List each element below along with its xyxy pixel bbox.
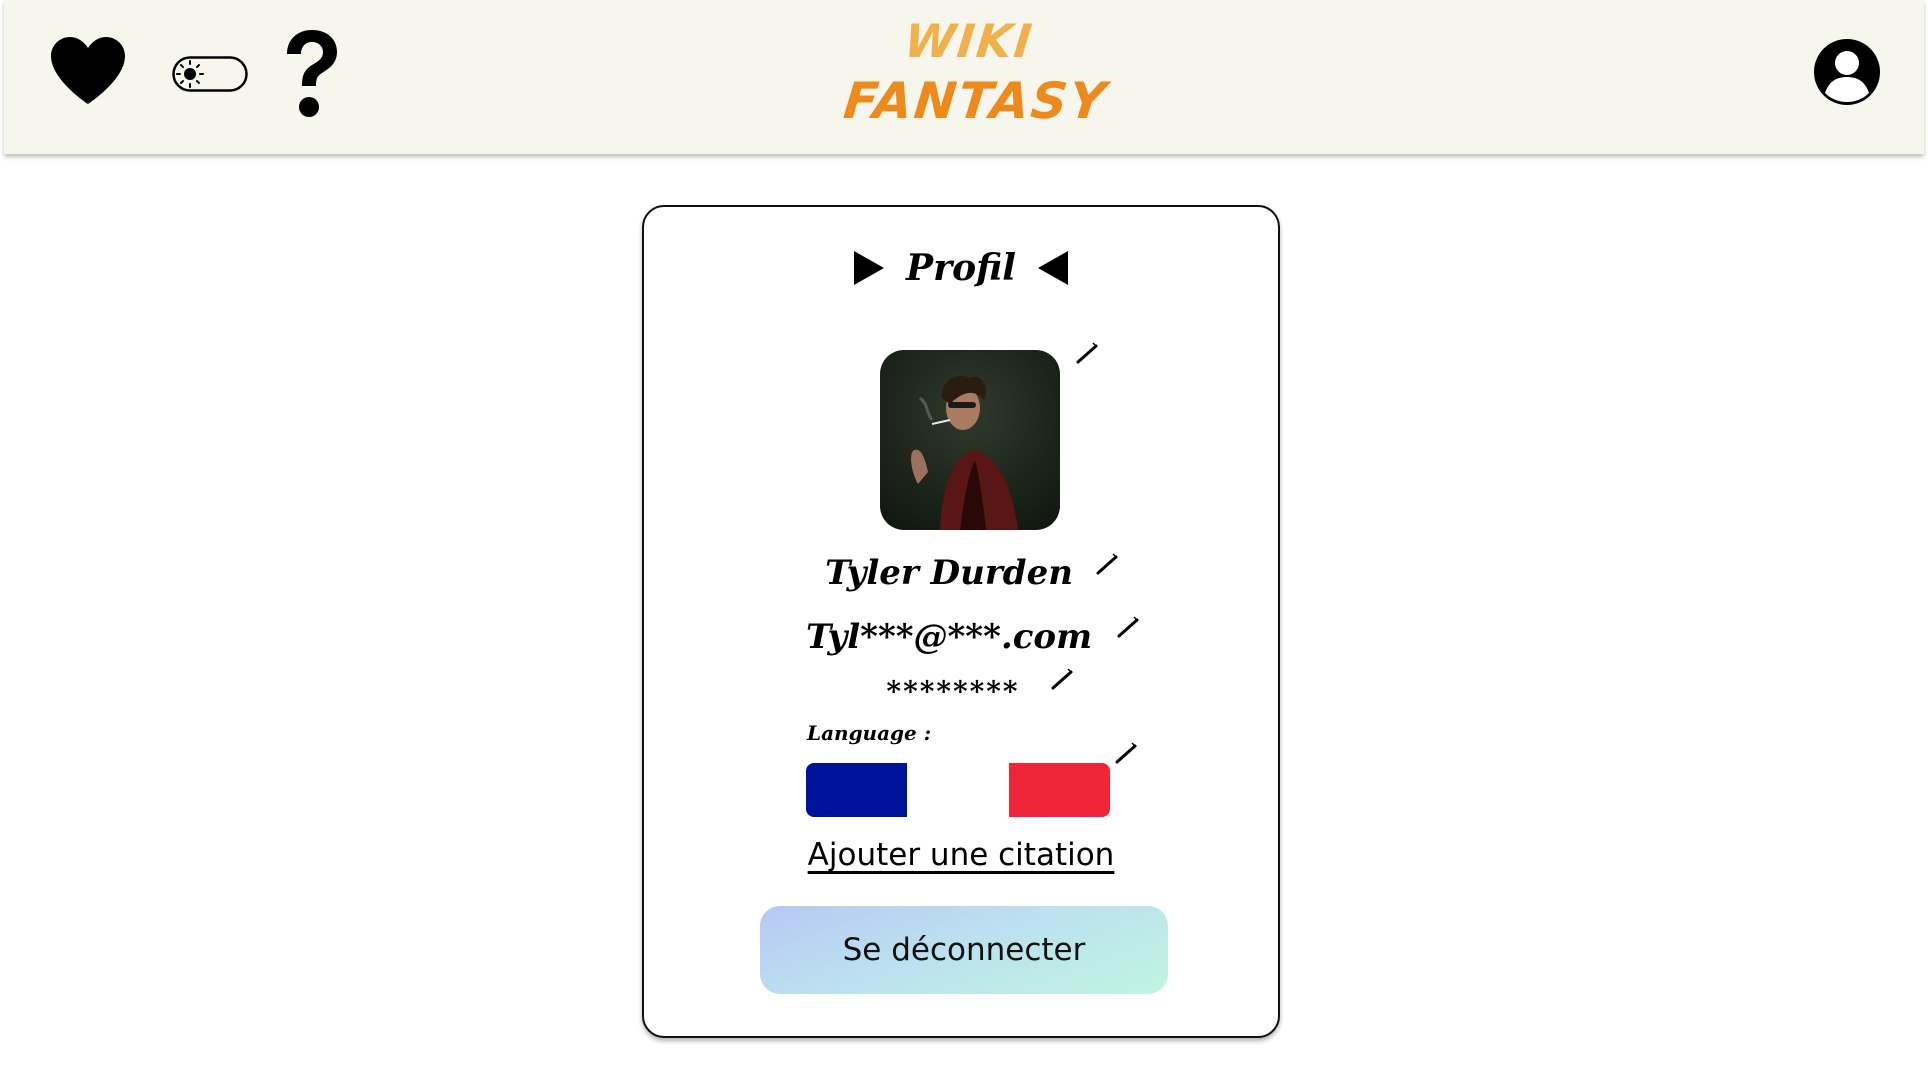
edit-language-pencil-icon[interactable] bbox=[1114, 741, 1138, 765]
user-name: Tyler Durden bbox=[825, 553, 1073, 593]
profile-title-text: Profil bbox=[906, 247, 1016, 289]
flag-band-red bbox=[1008, 763, 1110, 817]
flag-band-blue bbox=[806, 763, 908, 817]
logout-button[interactable]: Se déconnecter bbox=[760, 906, 1168, 994]
edit-password-pencil-icon[interactable] bbox=[1050, 667, 1074, 691]
language-flag-france[interactable] bbox=[806, 763, 1110, 817]
theme-toggle[interactable] bbox=[172, 56, 248, 92]
avatar bbox=[880, 350, 1060, 530]
profile-title: Profil bbox=[644, 247, 1278, 294]
user-password: ******** bbox=[886, 675, 1020, 708]
triangle-right-icon bbox=[854, 251, 885, 285]
edit-email-pencil-icon[interactable] bbox=[1116, 615, 1140, 639]
edit-name-pencil-icon[interactable] bbox=[1095, 552, 1119, 576]
logo-line-2: FANTASY bbox=[840, 72, 1111, 130]
site-logo[interactable]: WIKI FANTASY bbox=[840, 14, 1111, 130]
sun-icon bbox=[176, 60, 204, 88]
top-navbar: WIKI FANTASY bbox=[4, 0, 1924, 154]
add-quote-link[interactable]: Ajouter une citation bbox=[644, 837, 1278, 873]
user-email: Tyl***@***.com bbox=[805, 617, 1093, 657]
user-account-icon[interactable] bbox=[1812, 37, 1882, 107]
logo-line-1: WIKI bbox=[901, 14, 1037, 68]
question-mark-icon[interactable] bbox=[282, 28, 340, 120]
heart-icon[interactable] bbox=[49, 36, 127, 106]
flag-band-white bbox=[907, 763, 1009, 817]
edit-avatar-pencil-icon[interactable] bbox=[1075, 341, 1099, 365]
language-label: Language : bbox=[807, 721, 932, 745]
triangle-left-icon bbox=[1037, 251, 1068, 285]
profile-card: Profil Tyler Durden Tyl***@***.com *****… bbox=[642, 205, 1280, 1038]
